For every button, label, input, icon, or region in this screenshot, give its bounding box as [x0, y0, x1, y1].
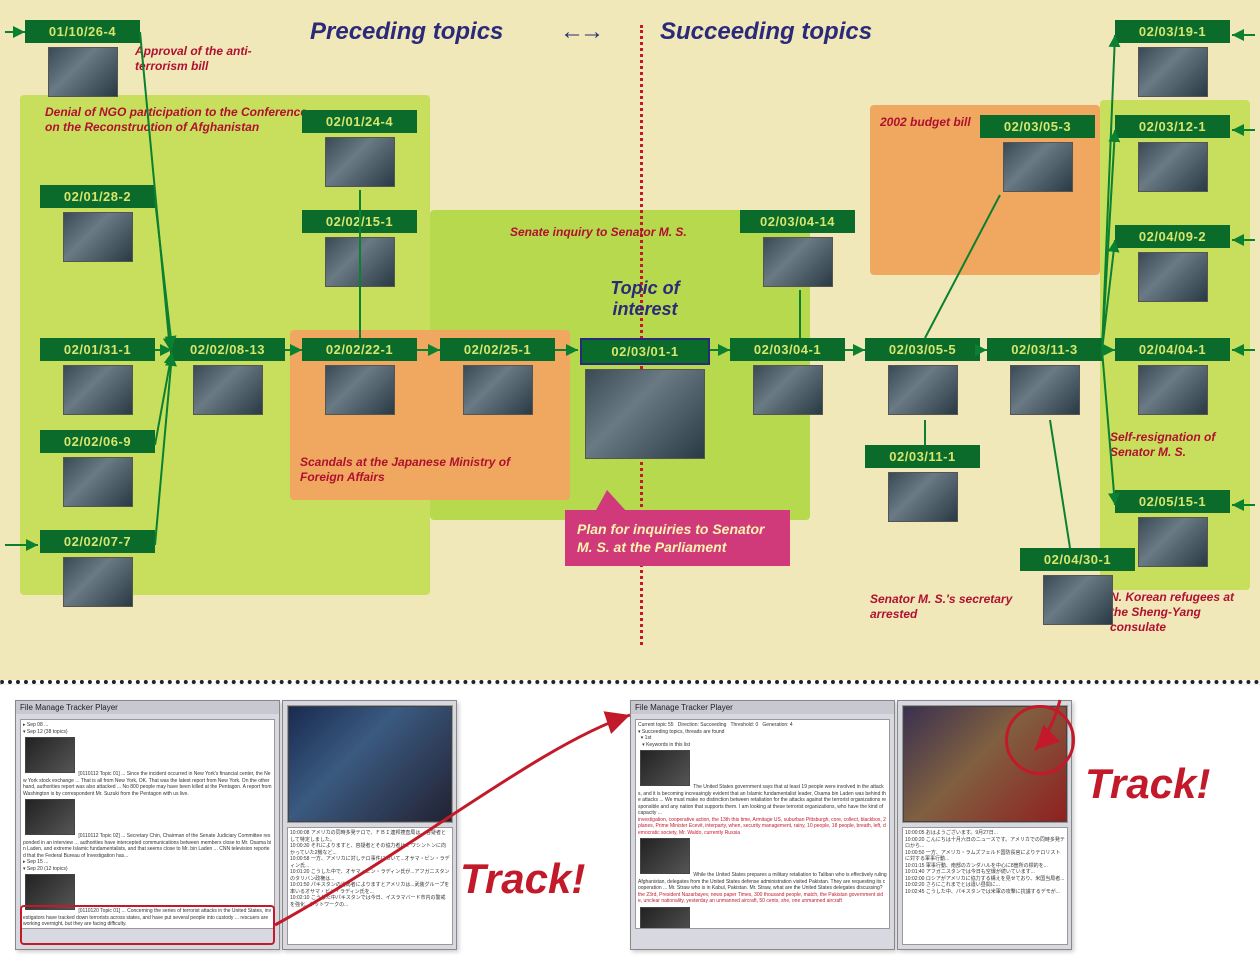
- node-02-03-05-5[interactable]: 02/03/05-5: [865, 338, 980, 415]
- node-02-02-08-13[interactable]: 02/02/08-13: [170, 338, 285, 415]
- transcript-lines: 10:00:08 アメリカの同時多発テロで、ＦＢＩ連邦捜査局は... 容疑者とし…: [288, 828, 452, 910]
- node-date: 02/01/31-1: [40, 338, 155, 361]
- menubar: File Manage Tracker Player: [16, 701, 279, 714]
- node-date: 02/03/04-1: [730, 338, 845, 361]
- node-date: 02/03/05-5: [865, 338, 980, 361]
- node-02-03-12-1[interactable]: 02/03/12-1: [1115, 115, 1230, 192]
- node-02-04-09-2[interactable]: 02/04/09-2: [1115, 225, 1230, 302]
- node-date: 02/02/06-9: [40, 430, 155, 453]
- text-lines: ▸ Sep 08 ...▾ Sep 12 (38 topics) [011011…: [21, 720, 274, 929]
- node-date: 02/04/09-2: [1115, 225, 1230, 248]
- node-date: 02/04/04-1: [1115, 338, 1230, 361]
- thumbnail: [888, 365, 958, 415]
- node-02-03-19-1[interactable]: 02/03/19-1: [1115, 20, 1230, 97]
- thumbnail: [1043, 575, 1113, 625]
- thumbnail: [888, 472, 958, 522]
- node-topic-of-interest[interactable]: 02/03/01-1: [580, 338, 710, 459]
- node-date: 02/02/15-1: [302, 210, 417, 233]
- thumbnail: [63, 212, 133, 262]
- thumbnail: [325, 137, 395, 187]
- node-date: 02/02/22-1: [302, 338, 417, 361]
- thumbnail: [325, 365, 395, 415]
- node-date: 02/02/08-13: [170, 338, 285, 361]
- thumbnail: [63, 457, 133, 507]
- node-02-03-04-1[interactable]: 02/03/04-1: [730, 338, 845, 415]
- menubar: File Manage Tracker Player: [631, 701, 894, 714]
- thumbnail: [1138, 365, 1208, 415]
- node-date: 02/03/19-1: [1115, 20, 1230, 43]
- node-date: 02/03/11-1: [865, 445, 980, 468]
- caption-selfresign: Self-resignation of Senator M. S.: [1110, 430, 1250, 460]
- topic-thread-diagram: Preceding topics ←→ Succeeding topics To…: [0, 0, 1260, 680]
- transcript-lines: 10:00:05 おはようございます。9月27日... 10:00:20 こんに…: [903, 828, 1067, 897]
- node-date: 02/01/24-4: [302, 110, 417, 133]
- thumbnail: [1138, 142, 1208, 192]
- node-02-02-06-9[interactable]: 02/02/06-9: [40, 430, 155, 507]
- node-02-02-25-1[interactable]: 02/02/25-1: [440, 338, 555, 415]
- node-02-03-11-1[interactable]: 02/03/11-1: [865, 445, 980, 522]
- thumbnail: [1010, 365, 1080, 415]
- node-01-10-26-4[interactable]: 01/10/26-4: [25, 20, 140, 97]
- caption-ngo: Denial of NGO participation to the Confe…: [45, 105, 325, 135]
- transcript-pane: 10:00:08 アメリカの同時多発テロで、ＦＢＩ連邦捜査局は... 容疑者とし…: [287, 827, 453, 945]
- caption-antiterror: Approval of the anti-terrorism bill: [135, 44, 285, 74]
- app-screenshot-right-main: File Manage Tracker Player Current topic…: [630, 700, 895, 950]
- callout-plan-inquiries: Plan for inquiries to Senator M. S. at t…: [565, 510, 790, 566]
- node-02-03-11-3[interactable]: 02/03/11-3: [987, 338, 1102, 415]
- node-02-01-24-4[interactable]: 02/01/24-4: [302, 110, 417, 187]
- video-still: [288, 706, 452, 822]
- node-02-01-28-2[interactable]: 02/01/28-2: [40, 185, 155, 262]
- thumbnail: [753, 365, 823, 415]
- heading-succeeding: Succeeding topics: [660, 18, 872, 46]
- node-date: 02/03/01-1: [580, 338, 710, 365]
- video-pane: [287, 705, 453, 823]
- caption-inquiry: Senate inquiry to Senator M. S.: [510, 225, 770, 240]
- node-02-02-15-1[interactable]: 02/02/15-1: [302, 210, 417, 287]
- thumbnail: [1138, 47, 1208, 97]
- thumbnail: [763, 237, 833, 287]
- node-02-02-22-1[interactable]: 02/02/22-1: [302, 338, 417, 415]
- thumbnail: [325, 237, 395, 287]
- node-date: 02/05/15-1: [1115, 490, 1230, 513]
- thumbnail: [585, 369, 705, 459]
- thumbnail: [463, 365, 533, 415]
- text-lines: Current topic 55 Direction: Succeeding T…: [636, 720, 889, 929]
- thumbnail: [48, 47, 118, 97]
- caption-budget: 2002 budget bill: [880, 115, 980, 130]
- highlight-circle-face: [1005, 705, 1075, 775]
- topic-of-interest-label: Topic of interest: [575, 278, 715, 320]
- node-date: 02/03/05-3: [980, 115, 1095, 138]
- app-screenshot-left-side: 10:00:08 アメリカの同時多発テロで、ＦＢＩ連邦捜査局は... 容疑者とし…: [282, 700, 457, 950]
- transcript-pane: 10:00:05 おはようございます。9月27日... 10:00:20 こんに…: [902, 827, 1068, 945]
- node-02-01-31-1[interactable]: 02/01/31-1: [40, 338, 155, 415]
- node-date: 02/01/28-2: [40, 185, 155, 208]
- node-date: 02/03/11-3: [987, 338, 1102, 361]
- node-date: 02/02/07-7: [40, 530, 155, 553]
- result-pane: Current topic 55 Direction: Succeeding T…: [635, 719, 890, 929]
- thumbnail: [193, 365, 263, 415]
- track-label-left: Track!: [460, 855, 585, 903]
- thumbnail: [1138, 517, 1208, 567]
- node-02-04-04-1[interactable]: 02/04/04-1: [1115, 338, 1230, 415]
- heading-arrows: ←→: [560, 18, 600, 46]
- node-02-03-04-14[interactable]: 02/03/04-14: [740, 210, 855, 287]
- track-example-panel: File Manage Tracker Player ▸ Sep 08 ...▾…: [0, 685, 1260, 965]
- thumbnail: [63, 365, 133, 415]
- heading-preceding: Preceding topics: [310, 18, 503, 46]
- node-date: 02/03/12-1: [1115, 115, 1230, 138]
- node-02-05-15-1[interactable]: 02/05/15-1: [1115, 490, 1230, 567]
- highlight-selected-topic: [20, 905, 275, 945]
- thumbnail: [1003, 142, 1073, 192]
- caption-scandals: Scandals at the Japanese Ministry of For…: [300, 455, 525, 485]
- thumbnail: [63, 557, 133, 607]
- caption-secretary: Senator M. S.'s secretary arrested: [870, 592, 1020, 622]
- node-date: 01/10/26-4: [25, 20, 140, 43]
- node-date: 02/03/04-14: [740, 210, 855, 233]
- tree-pane: ▸ Sep 08 ...▾ Sep 12 (38 topics) [011011…: [20, 719, 275, 929]
- node-date: 02/02/25-1: [440, 338, 555, 361]
- node-02-03-05-3[interactable]: 02/03/05-3: [980, 115, 1095, 192]
- track-label-right: Track!: [1085, 760, 1210, 808]
- node-02-02-07-7[interactable]: 02/02/07-7: [40, 530, 155, 607]
- thumbnail: [1138, 252, 1208, 302]
